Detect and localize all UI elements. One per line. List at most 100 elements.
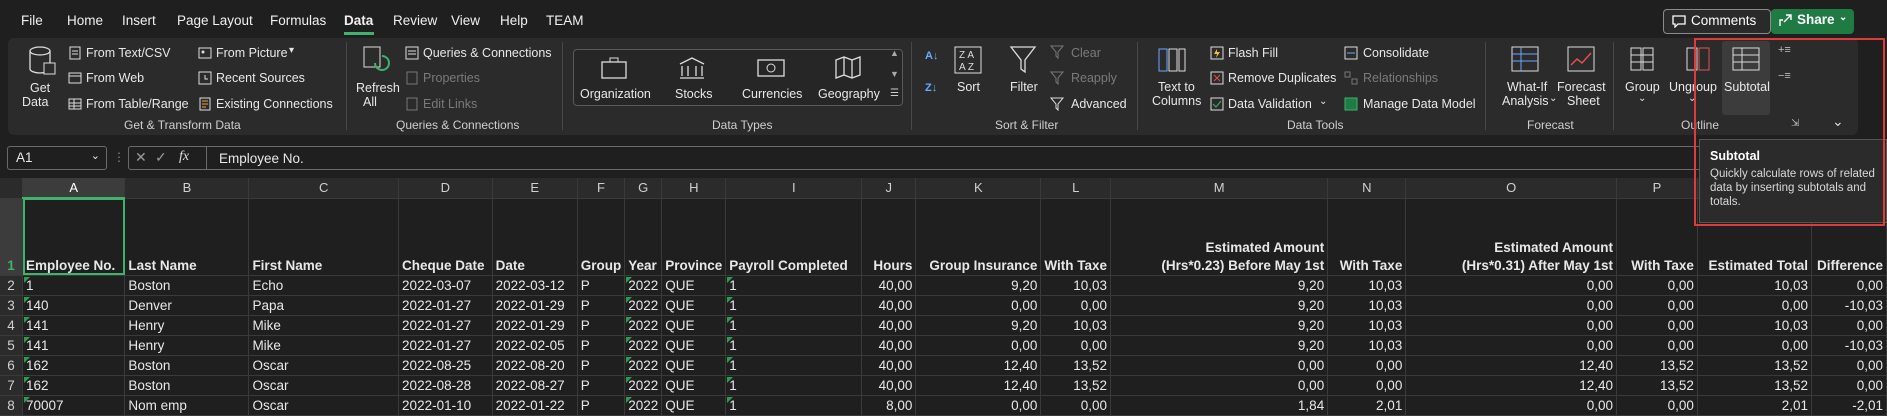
column-header[interactable]: P <box>1616 178 1698 199</box>
formula-input[interactable]: Employee No. <box>207 146 1887 170</box>
hide-detail-icon[interactable]: −≡ <box>1778 70 1791 82</box>
table-cell[interactable]: Henry <box>124 315 250 336</box>
table-cell[interactable]: 10,03 <box>1327 335 1407 356</box>
table-cell[interactable]: 2,01 <box>1697 395 1813 416</box>
table-cell[interactable]: 1 <box>725 295 863 316</box>
tab-data[interactable]: Data <box>344 13 373 28</box>
table-cell[interactable]: 0,00 <box>915 295 1042 316</box>
name-box[interactable]: A1 ⌄ <box>7 146 107 170</box>
table-header-cell[interactable]: Cheque Date <box>398 198 493 276</box>
column-header[interactable]: E <box>492 178 578 199</box>
table-cell[interactable]: Henry <box>124 335 250 356</box>
group-button[interactable]: Group <box>1625 80 1660 94</box>
tab-team[interactable]: TEAM <box>546 13 584 28</box>
table-cell[interactable]: 13,52 <box>1697 355 1813 376</box>
data-validation-dropdown-icon[interactable]: ⌄ <box>1319 96 1327 107</box>
column-header[interactable]: G <box>624 178 663 199</box>
table-cell[interactable]: 0,00 <box>1811 275 1887 296</box>
text-to-columns-button[interactable]: Text to <box>1158 80 1195 94</box>
table-cell[interactable]: Mike <box>248 335 400 356</box>
table-cell[interactable]: Mike <box>248 315 400 336</box>
reapply-button[interactable]: Reapply <box>1071 71 1117 85</box>
column-header[interactable]: A <box>22 178 126 199</box>
row-number[interactable]: 2 <box>0 275 24 296</box>
table-cell[interactable]: 10,03 <box>1697 275 1813 296</box>
table-cell[interactable]: 10,03 <box>1327 295 1407 316</box>
table-cell[interactable]: 2022-01-27 <box>398 335 493 356</box>
remove-duplicates-button[interactable]: Remove Duplicates <box>1228 71 1336 85</box>
table-cell[interactable]: 0,00 <box>1110 355 1329 376</box>
column-header[interactable]: H <box>661 178 727 199</box>
column-header[interactable]: M <box>1110 178 1329 199</box>
tab-formulas[interactable]: Formulas <box>270 13 326 28</box>
table-cell[interactable]: 0,00 <box>1405 315 1617 336</box>
table-cell[interactable]: QUE <box>661 275 727 296</box>
table-cell[interactable]: 0,00 <box>1327 375 1407 396</box>
column-header[interactable]: I <box>725 178 863 199</box>
table-cell[interactable]: P <box>577 295 626 316</box>
sort-za-icon[interactable]: Z↓ <box>925 82 937 94</box>
table-cell[interactable]: 0,00 <box>1327 355 1407 376</box>
insert-function-icon[interactable]: fx <box>179 149 189 165</box>
table-cell[interactable]: 40,00 <box>861 355 917 376</box>
table-cell[interactable]: -2,01 <box>1811 395 1887 416</box>
row-number[interactable]: 7 <box>0 375 24 396</box>
currencies-button[interactable]: Currencies <box>742 87 802 101</box>
name-box-dropdown-icon[interactable]: ⌄ <box>91 149 100 162</box>
table-cell[interactable]: 0,00 <box>1405 295 1617 316</box>
column-header[interactable]: O <box>1405 178 1617 199</box>
table-header-cell[interactable]: Group <box>577 198 626 276</box>
table-cell[interactable]: P <box>577 335 626 356</box>
table-cell[interactable]: 141 <box>22 315 126 336</box>
table-cell[interactable]: Boston <box>124 375 250 396</box>
table-header-cell[interactable]: Year <box>624 198 663 276</box>
table-cell[interactable]: 0,00 <box>1616 315 1698 336</box>
filter-button[interactable]: Filter <box>1010 80 1038 94</box>
table-cell[interactable]: Oscar <box>248 395 400 416</box>
column-header[interactable]: N <box>1327 178 1407 199</box>
table-cell[interactable]: 10,03 <box>1040 275 1112 296</box>
table-cell[interactable]: 2022 <box>624 375 663 396</box>
table-header-cell[interactable]: Group Insurance <box>915 198 1042 276</box>
table-cell[interactable]: QUE <box>661 395 727 416</box>
table-cell[interactable]: Denver <box>124 295 250 316</box>
geography-button[interactable]: Geography <box>818 87 880 101</box>
table-cell[interactable]: 2022 <box>624 315 663 336</box>
recent-sources-button[interactable]: Recent Sources <box>216 71 305 85</box>
table-cell[interactable]: 0,00 <box>1697 335 1813 356</box>
table-header-cell[interactable]: Payroll Completed <box>725 198 863 276</box>
tab-review[interactable]: Review <box>393 13 437 28</box>
from-web-button[interactable]: From Web <box>86 71 144 85</box>
table-cell[interactable]: 10,03 <box>1040 315 1112 336</box>
table-cell[interactable]: 0,00 <box>1616 335 1698 356</box>
table-cell[interactable]: 13,52 <box>1040 375 1112 396</box>
table-cell[interactable]: 9,20 <box>1110 295 1329 316</box>
table-cell[interactable]: 0,00 <box>1040 295 1112 316</box>
table-cell[interactable]: 1 <box>725 315 863 336</box>
enter-icon[interactable]: ✓ <box>155 149 167 166</box>
from-picture-dropdown-icon[interactable]: ▾ <box>289 45 294 56</box>
get-data-button[interactable]: Get <box>30 81 50 95</box>
table-cell[interactable]: 0,00 <box>1697 295 1813 316</box>
table-cell[interactable]: -10,03 <box>1811 335 1887 356</box>
get-data-button-line2[interactable]: Data <box>22 95 48 109</box>
table-cell[interactable]: 13,52 <box>1616 375 1698 396</box>
stocks-button[interactable]: Stocks <box>675 87 713 101</box>
table-cell[interactable]: 0,00 <box>1040 335 1112 356</box>
table-cell[interactable]: 9,20 <box>915 315 1042 336</box>
table-header-cell[interactable]: With Taxe <box>1327 198 1407 276</box>
edit-links-button[interactable]: Edit Links <box>423 97 477 111</box>
table-cell[interactable]: P <box>577 355 626 376</box>
refresh-all-button[interactable]: Refresh <box>356 81 400 95</box>
table-cell[interactable]: QUE <box>661 335 727 356</box>
table-cell[interactable]: 13,52 <box>1616 355 1698 376</box>
table-cell[interactable]: 10,03 <box>1327 275 1407 296</box>
table-cell[interactable]: 12,40 <box>915 355 1042 376</box>
table-cell[interactable]: 2022-01-27 <box>398 315 493 336</box>
flash-fill-button[interactable]: Flash Fill <box>1228 46 1278 60</box>
table-header-cell[interactable]: Estimated Amount (Hrs*0.23) Before May 1… <box>1110 198 1329 276</box>
column-header[interactable]: J <box>861 178 917 199</box>
forecast-sheet-button[interactable]: Forecast <box>1557 80 1606 94</box>
forecast-sheet-button-line2[interactable]: Sheet <box>1567 94 1600 108</box>
table-cell[interactable]: Echo <box>248 275 400 296</box>
